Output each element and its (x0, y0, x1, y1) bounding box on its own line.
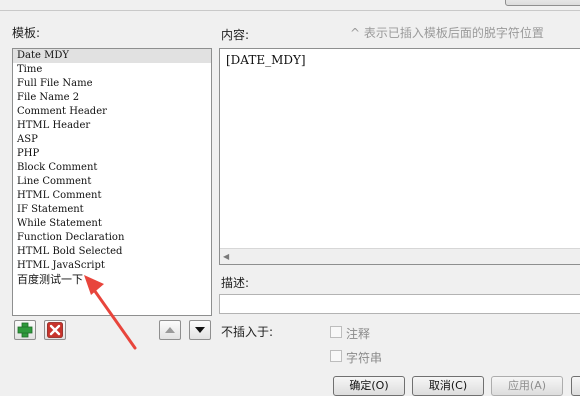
string-checkbox-label: 字符串 (346, 351, 383, 365)
arrow-down-icon (195, 327, 205, 333)
template-list-item[interactable]: Full File Name (13, 77, 211, 91)
comment-checkbox[interactable] (330, 326, 342, 338)
string-checkbox[interactable] (330, 350, 342, 362)
template-list-item[interactable]: Line Comment (13, 175, 211, 189)
ok-button[interactable]: 确定(O) (333, 376, 405, 396)
template-list-item[interactable]: Date MDY (13, 49, 211, 63)
template-list-item[interactable]: Function Declaration (13, 231, 211, 245)
template-list-item[interactable]: Time (13, 63, 211, 77)
not-insert-into-label: 不插入于: (221, 325, 274, 339)
add-template-button[interactable] (14, 320, 36, 340)
template-list-item[interactable]: Comment Header (13, 105, 211, 119)
annotation-arrow (84, 275, 137, 350)
template-list-item[interactable]: HTML Header (13, 119, 211, 133)
delete-template-button[interactable] (44, 320, 66, 340)
help-button-partial[interactable] (571, 376, 580, 396)
content-editor[interactable]: [DATE_MDY] ◀ (219, 48, 580, 265)
scroll-left-icon[interactable]: ◀ (223, 252, 229, 261)
apply-button[interactable]: 应用(A) (491, 376, 563, 396)
delete-icon (47, 322, 63, 338)
description-label: 描述: (221, 276, 250, 290)
template-list-item[interactable]: HTML Bold Selected (13, 245, 211, 259)
template-list-item[interactable]: While Statement (13, 217, 211, 231)
horizontal-scrollbar[interactable]: ◀ (220, 248, 580, 264)
template-list-item[interactable]: PHP (13, 147, 211, 161)
move-up-button[interactable] (159, 320, 181, 340)
templates-label: 模板: (12, 26, 41, 40)
arrow-up-icon (165, 327, 175, 333)
move-down-button[interactable] (189, 320, 211, 340)
cancel-button[interactable]: 取消(C) (412, 376, 484, 396)
comment-checkbox-label: 注释 (346, 327, 371, 341)
content-label: 内容: (221, 28, 250, 42)
top-cut-off-button[interactable] (505, 0, 580, 6)
caret-hint-text: ^ 表示已插入模板后面的脱字符位置 (350, 26, 544, 40)
template-list-item[interactable]: Block Comment (13, 161, 211, 175)
template-list-item[interactable]: File Name 2 (13, 91, 211, 105)
add-icon (17, 322, 33, 338)
template-list-item[interactable]: HTML Comment (13, 189, 211, 203)
editor-content-text: [DATE_MDY] (226, 53, 306, 67)
template-list-item[interactable]: IF Statement (13, 203, 211, 217)
template-list-item[interactable]: ASP (13, 133, 211, 147)
description-field[interactable] (219, 294, 580, 314)
top-separator (0, 10, 580, 11)
